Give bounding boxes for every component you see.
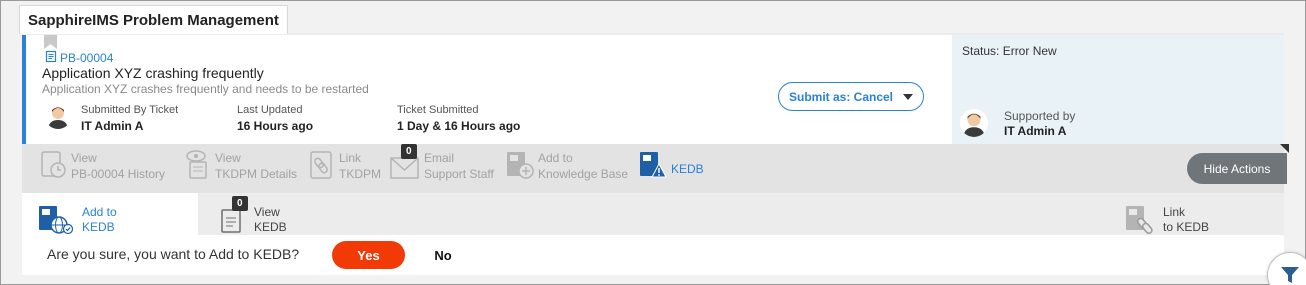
avatar-icon: [45, 103, 71, 129]
kedb-tab-bar: [22, 193, 1284, 235]
no-button[interactable]: No: [424, 241, 462, 269]
avatar-icon: [960, 109, 988, 137]
view-details-icon: [185, 150, 211, 185]
corner-marker: [1280, 144, 1289, 153]
email-line2: Support Staff: [424, 167, 494, 181]
view-history-line2: PB-00004 History: [71, 167, 166, 181]
view-tkdpm-line1: View: [215, 151, 241, 165]
ticket-submitted-value: 1 Day & 16 Hours ago: [397, 119, 521, 133]
confirmation-question: Are you sure, you want to Add to KEDB?: [47, 246, 300, 262]
add-kb-line1: Add to: [538, 151, 573, 165]
view-tkdpm-action[interactable]: View TKDPM Details: [185, 150, 297, 185]
link-kedb-line2: to KEDB: [1163, 220, 1210, 234]
last-updated-label: Last Updated: [237, 104, 303, 116]
view-kedb-badge: 0: [232, 196, 248, 211]
add-kedb-line2: KEDB: [82, 220, 115, 234]
link-icon: [309, 150, 335, 185]
submitted-by-label: Submitted By Ticket: [81, 104, 179, 116]
yes-button[interactable]: Yes: [332, 241, 405, 269]
supported-by-value: IT Admin A: [1004, 124, 1067, 138]
view-history-action[interactable]: View PB-00004 History: [41, 150, 165, 185]
view-history-line1: View: [71, 151, 97, 165]
kedb-label: KEDB: [671, 162, 704, 176]
kedb-action[interactable]: KEDB: [639, 150, 704, 188]
status-text: Status: Error New: [962, 44, 1057, 58]
view-kedb-line2: KEDB: [254, 220, 287, 234]
submitted-by-value: IT Admin A: [81, 119, 144, 133]
document-icon: [45, 50, 57, 66]
chevron-down-icon: [903, 93, 914, 100]
ticket-description: Application XYZ crashes frequently and n…: [42, 82, 369, 96]
email-count-badge: 0: [401, 144, 417, 159]
knowledge-base-add-icon: [506, 150, 534, 185]
submit-as-label: Submit as: Cancel: [788, 89, 894, 104]
ticket-title: Application XYZ crashing frequently: [42, 65, 264, 81]
supported-by-label: Supported by: [1004, 109, 1076, 123]
view-kedb-line1: View: [254, 205, 280, 219]
link-kedb-line1: Link: [1163, 205, 1186, 219]
kedb-warning-icon: [639, 150, 667, 185]
link-tkdpm-action[interactable]: Link TKDPM: [309, 150, 381, 185]
history-icon: [41, 150, 67, 185]
last-updated-value: 16 Hours ago: [237, 119, 314, 133]
link-tkdpm-line1: Link: [339, 151, 362, 165]
link-tkdpm-line2: TKDPM: [339, 167, 381, 181]
add-kedb-line1: Add to: [82, 205, 117, 219]
ticket-id[interactable]: PB-00004: [45, 50, 113, 66]
add-knowledge-base-action[interactable]: Add to Knowledge Base: [506, 150, 628, 185]
hide-actions-button[interactable]: Hide Actions: [1187, 153, 1287, 184]
add-kb-line2: Knowledge Base: [538, 167, 629, 181]
email-line1: Email: [424, 151, 455, 165]
submit-as-button[interactable]: Submit as: Cancel: [778, 82, 924, 111]
email-icon: [390, 156, 420, 185]
ticket-id-text[interactable]: PB-00004: [60, 51, 113, 65]
app-title-tab[interactable]: SapphireIMS Problem Management: [19, 5, 288, 34]
ticket-submitted-label: Ticket Submitted: [397, 104, 479, 116]
filter-icon: [1281, 267, 1299, 283]
view-tkdpm-line2: TKDPM Details: [215, 167, 298, 181]
